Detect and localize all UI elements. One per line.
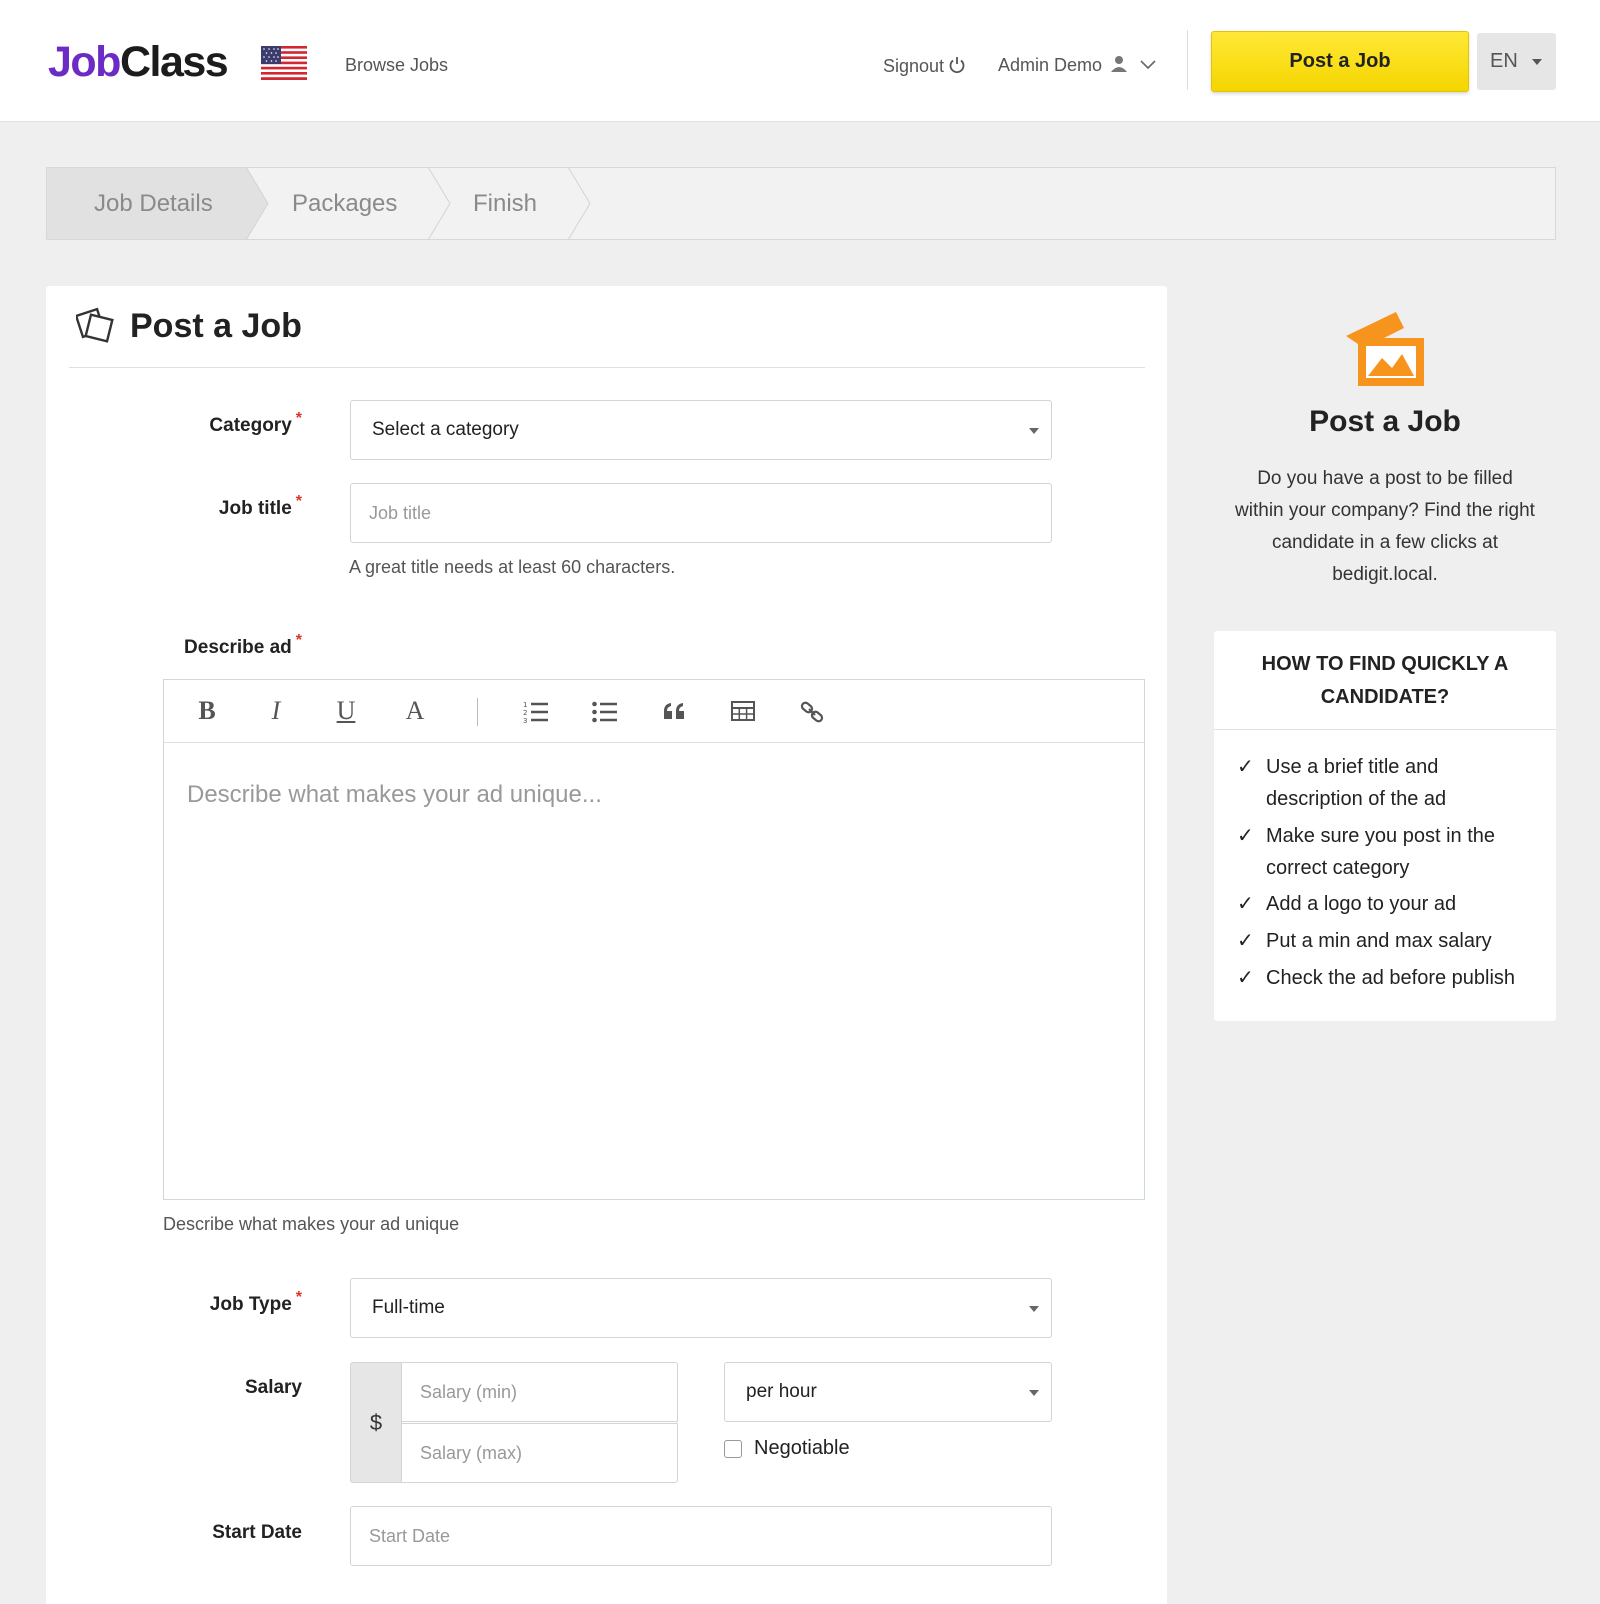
post-a-job-button[interactable]: Post a Job [1211,31,1469,92]
step-arrow-1 [246,168,269,239]
step-arrow-3 [568,168,591,239]
link-icon [800,701,824,723]
chevron-down-icon [1140,60,1156,70]
check-icon: ✓ [1237,967,1254,989]
check-icon: ✓ [1237,756,1254,778]
jobclass-logo[interactable]: JobClass [48,36,229,88]
negotiable-checkbox[interactable] [724,1440,742,1458]
tip-item: ✓ Put a min and max salary [1237,925,1537,957]
link-button[interactable] [794,694,830,728]
caret-down-icon [1029,1390,1039,1396]
ordered-list-icon: 123 [523,701,548,725]
title-divider [69,367,1145,368]
caret-down-icon [1029,428,1039,434]
category-label: Category * [209,410,302,436]
table-icon [731,701,755,721]
sidebar-description: Do you have a post to be filled within y… [1235,468,1535,585]
step-job-details[interactable]: Job Details [47,168,247,239]
table-button[interactable] [725,694,761,728]
wizard-steps: Job Details Packages Finish [46,167,1556,240]
start-date-label: Start Date [212,1522,302,1543]
description-help: Describe what makes your ad unique [163,1214,460,1234]
job-title-input[interactable]: Job title [350,483,1052,543]
ordered-list-button[interactable]: 123 [518,694,554,728]
step-arrow-2 [428,168,451,239]
description-placeholder: Describe what makes your ad unique... [187,781,602,808]
underline-button[interactable]: U [328,694,364,728]
check-icon: ✓ [1237,930,1254,952]
currency-addon: $ [350,1362,402,1483]
quote-icon [664,703,684,719]
post-job-photo-icon [1346,312,1424,386]
tip-item: ✓ Add a logo to your ad [1237,888,1537,920]
form-title: Post a Job [130,307,302,345]
tip-item: ✓ Make sure you post in the correct categ… [1237,820,1537,884]
quote-button[interactable] [656,694,692,728]
salary-max-input[interactable]: Salary (max) [401,1423,678,1483]
svg-text:2: 2 [523,709,527,717]
us-flag-icon[interactable] [261,46,307,80]
job-title-help: A great title needs at least 60 characte… [349,557,676,577]
negotiable-label[interactable]: Negotiable [754,1436,850,1460]
tip-item: ✓ Use a brief title and description of th… [1237,751,1537,815]
language-label: EN [1490,50,1518,72]
sidebar-title: Post a Job [1309,405,1461,438]
browse-jobs-link[interactable]: Browse Jobs [345,53,448,77]
top-navbar: JobClass Browse Jobs Signout Admin Demo … [0,0,1600,122]
tips-heading: HOW TO FIND QUICKLY A CANDIDATE? [1214,631,1556,730]
job-title-label: Job title * [218,493,302,519]
power-icon [949,57,965,74]
caret-down-icon [1029,1306,1039,1312]
salary-min-input[interactable]: Salary (min) [401,1362,678,1422]
tips-box: HOW TO FIND QUICKLY A CANDIDATE? ✓ Use a … [1214,631,1556,1021]
editor-toolbar: B I U A 123 [164,680,1144,743]
job-type-label: Job Type * [209,1289,302,1315]
font-color-button[interactable]: A [397,694,433,728]
category-select[interactable]: Select a category [350,400,1052,460]
svg-text:1: 1 [523,701,527,709]
header-divider [1187,30,1188,90]
check-icon: ✓ [1237,893,1254,915]
user-menu[interactable]: Admin Demo [998,53,1156,77]
tip-item: ✓ Check the ad before publish [1237,962,1537,994]
signout-link[interactable]: Signout [883,54,966,78]
language-dropdown[interactable]: EN [1477,33,1556,90]
unordered-list-icon [592,701,617,723]
check-icon: ✓ [1237,825,1254,847]
italic-button[interactable]: I [258,694,294,728]
toolbar-separator [477,698,478,726]
start-date-input[interactable]: Start Date [350,1506,1052,1566]
unordered-list-button[interactable] [587,694,623,728]
user-icon [1111,56,1128,72]
svg-text:3: 3 [523,717,527,723]
user-name: Admin Demo [998,55,1103,75]
describe-ad-label: Describe ad * [184,632,302,658]
bold-button[interactable]: B [189,694,225,728]
description-editor[interactable]: B I U A 123 Describe what makes your ad … [163,679,1145,1200]
caret-down-icon [1532,59,1542,65]
signout-label: Signout [883,56,945,76]
job-type-select[interactable]: Full-time [350,1278,1052,1338]
salary-period-select[interactable]: per hour [724,1362,1052,1422]
salary-label: Salary [244,1377,302,1398]
